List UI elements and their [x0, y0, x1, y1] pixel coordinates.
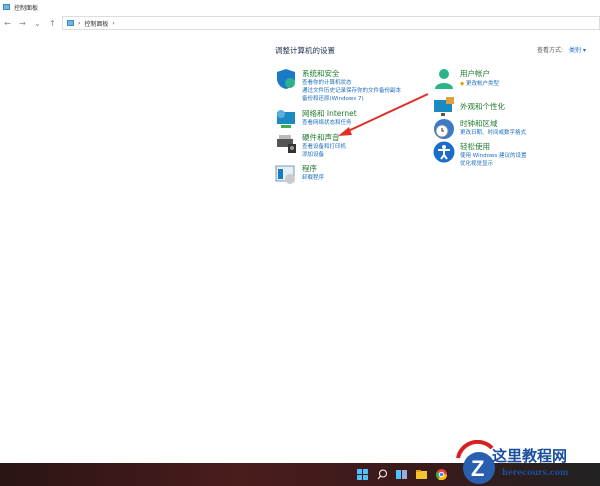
file-explorer-icon[interactable]: [416, 469, 427, 480]
search-icon[interactable]: [377, 469, 388, 480]
watermark-name: 这里教程网: [492, 447, 568, 465]
task-view-icon[interactable]: [396, 469, 407, 480]
red-arrow-annotation: [338, 93, 429, 136]
windows-start-icon[interactable]: [357, 469, 368, 480]
watermark: Z 这里教程网 herecours.com: [452, 440, 600, 486]
watermark-url: herecours.com: [502, 467, 569, 477]
chrome-icon[interactable]: [435, 469, 448, 481]
svg-text:Z: Z: [471, 456, 484, 481]
